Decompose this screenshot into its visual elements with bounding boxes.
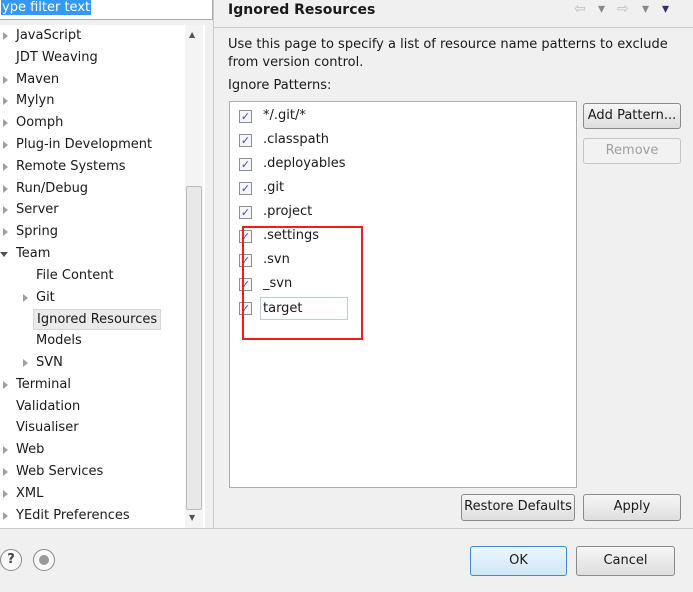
pattern-checkbox[interactable]: ✓ <box>239 157 252 171</box>
scroll-up-icon[interactable]: ▲ <box>189 30 195 39</box>
filter-input[interactable]: ype filter text <box>0 0 213 20</box>
tree-item-label: SVN <box>36 355 63 370</box>
pattern-label: .project <box>263 204 313 219</box>
collapsed-arrow-icon[interactable] <box>3 32 8 40</box>
page-description: Use this page to specify a list of resou… <box>228 37 668 70</box>
pattern-label: .git <box>263 180 285 195</box>
collapsed-arrow-icon[interactable] <box>3 184 8 193</box>
collapsed-arrow-icon[interactable] <box>3 228 8 237</box>
tree-item-label: Terminal <box>16 376 71 392</box>
pattern-row[interactable]: ✓ .git <box>239 177 284 199</box>
collapsed-arrow-icon[interactable] <box>3 119 8 128</box>
help-icon[interactable]: ? <box>0 549 22 571</box>
collapsed-arrow-icon[interactable] <box>3 468 8 476</box>
tree-item-label: Mylyn <box>16 93 55 109</box>
ok-button[interactable]: OK <box>470 546 567 576</box>
tree-item-label: Models <box>36 333 82 349</box>
cancel-button[interactable]: Cancel <box>576 546 675 576</box>
remove-button[interactable]: Remove <box>583 138 681 164</box>
pattern-checkbox[interactable]: ✓ <box>239 109 252 123</box>
tree-item-label: JavaScript <box>16 28 82 43</box>
pattern-checkbox[interactable]: ✓ <box>239 181 252 195</box>
tree-item-label: XML <box>16 485 44 501</box>
ignore-patterns-label: Ignore Patterns: <box>228 78 332 93</box>
pattern-row[interactable]: ✓ .classpath <box>239 129 329 151</box>
pattern-label: .classpath <box>263 132 329 147</box>
pattern-row[interactable]: ✓ .project <box>239 201 312 223</box>
scrollbar-thumb[interactable] <box>186 186 202 510</box>
divider <box>213 0 214 528</box>
tree-item-label: Run/Debug <box>16 180 89 196</box>
forward-icon[interactable]: ⇨ <box>617 1 629 17</box>
tree-item-label: Ignored Resources <box>33 309 162 331</box>
collapsed-arrow-icon[interactable] <box>3 75 8 84</box>
collapsed-arrow-icon[interactable] <box>3 511 8 520</box>
tree-item-label: JDT Weaving <box>16 49 98 65</box>
annotation-highlight-box <box>242 226 363 340</box>
apply-button[interactable]: Apply <box>583 494 681 521</box>
tree-item-label: YEdit Preferences <box>16 507 130 523</box>
tree-item-label: Team <box>16 246 51 261</box>
tree-item-label: File Content <box>36 267 114 283</box>
add-pattern-button[interactable]: Add Pattern... <box>583 103 681 129</box>
tree-item-label: Remote Systems <box>16 158 126 174</box>
tree-item-label: Visualiser <box>16 420 79 436</box>
collapsed-arrow-icon[interactable] <box>3 380 8 389</box>
pattern-row[interactable]: ✓ .deployables <box>239 153 346 175</box>
tree-item-label: Maven <box>16 71 60 87</box>
pattern-label: */.git/* <box>263 108 306 123</box>
pattern-row[interactable]: ✓ */.git/* <box>239 105 306 127</box>
collapsed-arrow-icon[interactable] <box>3 446 8 455</box>
forward-menu-icon[interactable]: ▾ <box>642 1 649 17</box>
back-menu-icon[interactable]: ▾ <box>598 1 605 17</box>
back-icon[interactable]: ⇦ <box>574 1 586 17</box>
view-menu-icon[interactable]: ▾ <box>662 1 669 17</box>
tree-item-label: Git <box>36 289 55 305</box>
collapsed-arrow-icon[interactable] <box>3 141 8 149</box>
collapsed-arrow-icon[interactable] <box>3 206 8 215</box>
expanded-arrow-icon[interactable] <box>0 252 8 257</box>
import-export-icon[interactable] <box>33 549 55 571</box>
collapsed-arrow-icon[interactable] <box>23 293 28 302</box>
tree-item-label: Web <box>16 442 45 458</box>
preference-tree: JavaScript JDT Weaving Maven Mylyn Oomph Plug… <box>0 25 205 528</box>
tree-item-label: Validation <box>16 398 81 414</box>
tree-item-label: Web Services <box>16 464 104 479</box>
tree-item-label: Plug-in Development <box>16 137 153 152</box>
collapsed-arrow-icon[interactable] <box>3 97 8 106</box>
header-divider <box>214 27 693 28</box>
scroll-down-icon[interactable]: ▼ <box>189 513 195 522</box>
pattern-checkbox[interactable]: ✓ <box>239 133 252 147</box>
filter-text: ype filter text <box>1 0 92 15</box>
collapsed-arrow-icon[interactable] <box>3 162 8 171</box>
pattern-label: .deployables <box>263 156 346 171</box>
tree-item-label: Oomph <box>16 115 64 131</box>
tree-item-label: Spring <box>16 224 58 240</box>
page-title: Ignored Resources <box>228 2 376 18</box>
footer-divider <box>0 528 693 529</box>
tree-item-label: Server <box>16 202 59 218</box>
restore-defaults-button[interactable]: Restore Defaults <box>461 494 575 521</box>
pattern-checkbox[interactable]: ✓ <box>239 205 252 219</box>
collapsed-arrow-icon[interactable] <box>23 359 28 367</box>
collapsed-arrow-icon[interactable] <box>3 489 8 498</box>
